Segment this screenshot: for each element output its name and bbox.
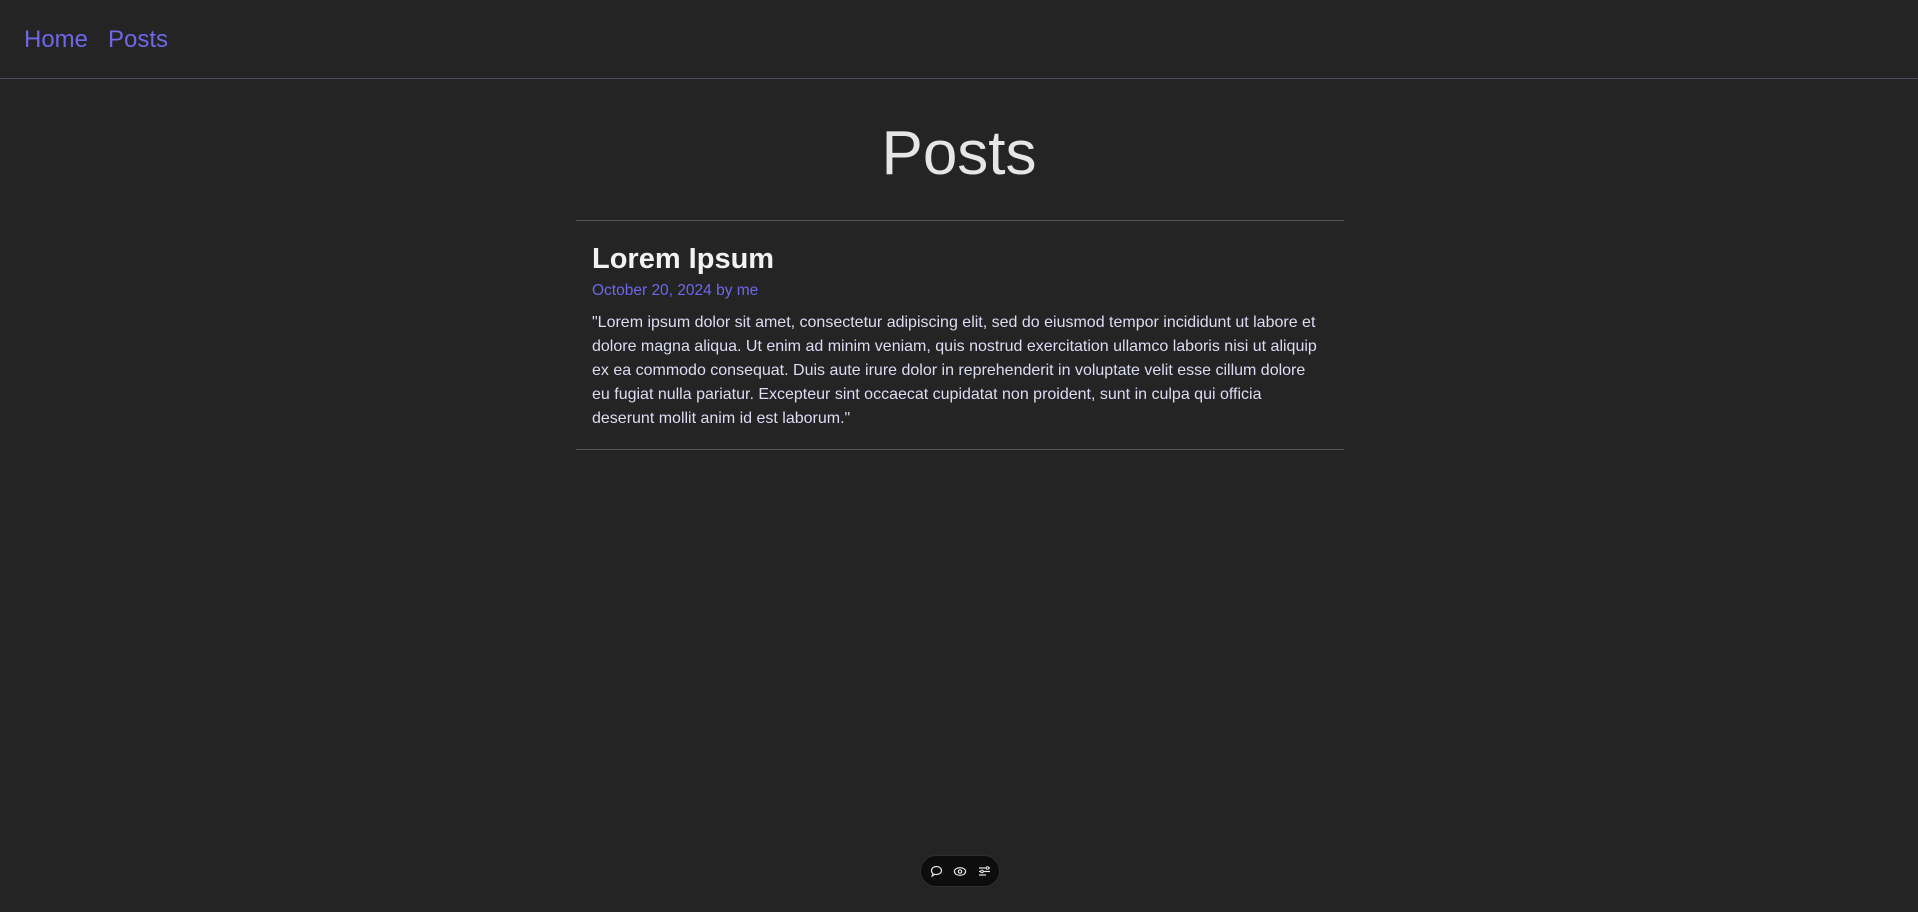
top-navigation: Home Posts	[0, 0, 1918, 79]
settings-sliders-icon[interactable]	[977, 864, 991, 878]
page-title: Posts	[881, 119, 1037, 188]
nav-link-home[interactable]: Home	[24, 26, 88, 54]
post-title[interactable]: Lorem Ipsum	[592, 243, 774, 276]
post-card: Lorem Ipsum October 20, 2024 by me "Lore…	[576, 220, 1344, 450]
post-body: "Lorem ipsum dolor sit amet, consectetur…	[592, 314, 1317, 427]
post-meta: October 20, 2024 by me	[592, 282, 759, 299]
floating-toolbar	[920, 855, 1000, 887]
comment-icon[interactable]	[929, 864, 943, 878]
eye-icon[interactable]	[953, 864, 967, 878]
nav-link-posts[interactable]: Posts	[108, 26, 168, 54]
